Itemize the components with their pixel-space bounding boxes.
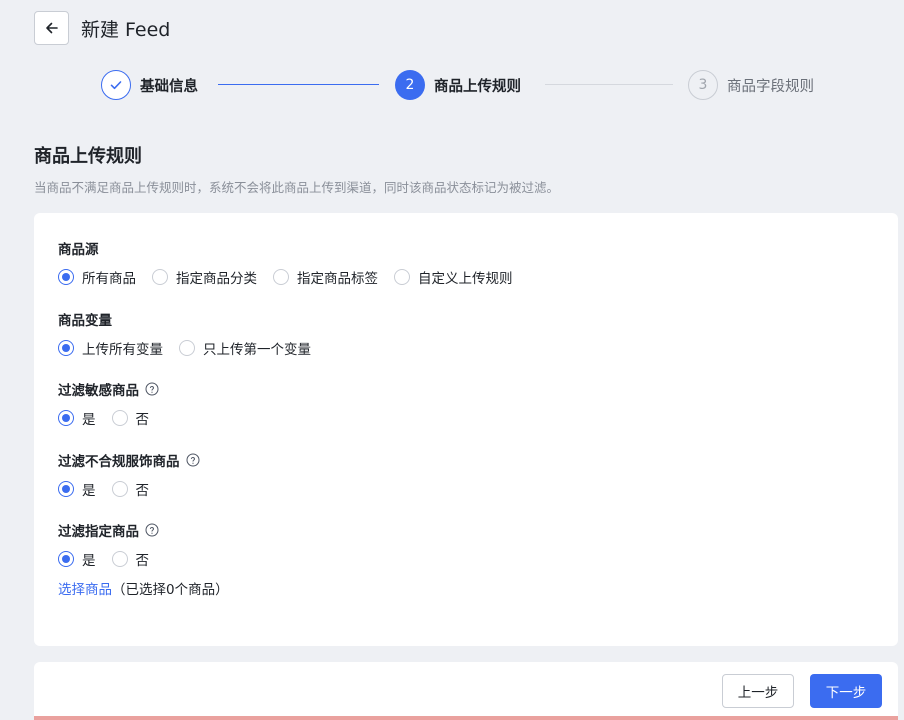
radio-label: 否 (135, 553, 150, 569)
radio-no[interactable]: 否 (111, 479, 150, 499)
radio-checked[interactable] (58, 481, 74, 497)
step-upload-rules[interactable]: 2 商品上传规则 (395, 68, 521, 102)
radio-unchecked[interactable] (179, 340, 195, 356)
radio-label: 只上传第一个变量 (203, 342, 311, 358)
group-filter-specified: 过滤指定商品 是 否 选择商品 （已选择0个商品） (58, 520, 229, 598)
group-filter-apparel: 过滤不合规服饰商品 是 否 (58, 450, 200, 499)
radio-group: 是 否 (58, 479, 200, 499)
radio-group: 所有商品 指定商品分类 指定商品标签 自定义上传规则 (58, 267, 529, 287)
radio-no[interactable]: 否 (111, 408, 150, 428)
section-title: 商品上传规则 (34, 146, 142, 167)
select-products-link[interactable]: 选择商品 (58, 578, 112, 598)
radio-label: 指定商品分类 (176, 271, 257, 287)
radio-label: 指定商品标签 (297, 271, 378, 287)
stepper: 基础信息 2 商品上传规则 3 商品字段规则 (0, 68, 904, 102)
group-product-variants: 商品变量 上传所有变量 只上传第一个变量 (58, 309, 327, 358)
group-label-row: 过滤指定商品 (58, 520, 229, 540)
help-icon[interactable] (186, 453, 200, 467)
radio-unchecked[interactable] (273, 269, 289, 285)
radio-unchecked[interactable] (111, 481, 128, 497)
check-icon (101, 70, 131, 100)
step-field-rules[interactable]: 3 商品字段规则 (688, 68, 814, 102)
section-description: 当商品不满足商品上传规则时，系统不会将此商品上传到渠道，同时该商品状态标记为被过… (34, 180, 560, 195)
group-label-row: 过滤敏感商品 (58, 379, 165, 399)
step-connector-pending (545, 84, 673, 85)
select-products-row: 选择商品 （已选择0个商品） (58, 578, 229, 598)
radio-label: 否 (135, 483, 150, 499)
help-icon[interactable] (145, 382, 159, 396)
prev-step-button[interactable]: 上一步 (722, 674, 794, 708)
step-label: 商品字段规则 (727, 78, 814, 95)
radio-unchecked[interactable] (394, 269, 410, 285)
step-basic-info[interactable]: 基础信息 (101, 68, 198, 102)
radio-label: 否 (135, 412, 150, 428)
radio-group: 是 否 (58, 549, 229, 569)
step-label: 商品上传规则 (434, 78, 521, 95)
group-label: 商品源 (58, 242, 99, 258)
help-icon[interactable] (145, 523, 159, 537)
selected-count: （已选择0个商品） (112, 582, 229, 598)
group-filter-sensitive: 过滤敏感商品 是 否 (58, 379, 165, 428)
radio-yes[interactable]: 是 (58, 479, 96, 499)
radio-checked[interactable] (58, 269, 74, 285)
radio-label: 是 (82, 553, 96, 569)
radio-no[interactable]: 否 (111, 549, 150, 569)
page-header: 新建 Feed (34, 11, 170, 45)
page-title: 新建 Feed (81, 18, 171, 41)
radio-unchecked[interactable] (111, 551, 128, 567)
radio-label: 上传所有变量 (82, 342, 163, 358)
radio-all-products[interactable]: 所有商品 (58, 267, 136, 287)
rules-card: 商品源 所有商品 指定商品分类 指定商品标签 自定义上传规则 商品变量 上传所有… (34, 213, 898, 646)
radio-unchecked[interactable] (152, 269, 168, 285)
radio-label: 是 (82, 412, 96, 428)
radio-category[interactable]: 指定商品分类 (152, 267, 257, 287)
radio-tag[interactable]: 指定商品标签 (273, 267, 378, 287)
radio-checked[interactable] (58, 551, 74, 567)
step-label: 基础信息 (140, 78, 198, 95)
arrow-left-icon (45, 22, 58, 34)
group-label: 过滤敏感商品 (58, 383, 139, 399)
radio-label: 是 (82, 483, 96, 499)
group-label: 过滤指定商品 (58, 524, 139, 540)
radio-yes[interactable]: 是 (58, 408, 96, 428)
footer-divider (34, 716, 898, 720)
radio-group: 上传所有变量 只上传第一个变量 (58, 338, 327, 358)
group-label: 过滤不合规服饰商品 (58, 454, 180, 470)
radio-unchecked[interactable] (111, 410, 128, 426)
radio-first-variant[interactable]: 只上传第一个变量 (179, 338, 311, 358)
radio-yes[interactable]: 是 (58, 549, 96, 569)
radio-checked[interactable] (58, 340, 74, 356)
radio-label: 所有商品 (82, 271, 136, 287)
footer-bar: 上一步 下一步 (34, 662, 898, 720)
radio-checked[interactable] (58, 410, 74, 426)
group-product-source: 商品源 所有商品 指定商品分类 指定商品标签 自定义上传规则 (58, 238, 529, 287)
radio-label: 自定义上传规则 (418, 271, 513, 287)
step-number: 3 (688, 70, 718, 100)
group-label: 商品变量 (58, 313, 112, 329)
step-connector-done (218, 84, 379, 85)
step-number: 2 (395, 70, 425, 100)
group-label-row: 过滤不合规服饰商品 (58, 450, 200, 470)
next-step-button[interactable]: 下一步 (810, 674, 882, 708)
radio-custom[interactable]: 自定义上传规则 (394, 267, 513, 287)
radio-group: 是 否 (58, 408, 165, 428)
back-button[interactable] (34, 11, 69, 45)
radio-all-variants[interactable]: 上传所有变量 (58, 338, 163, 358)
